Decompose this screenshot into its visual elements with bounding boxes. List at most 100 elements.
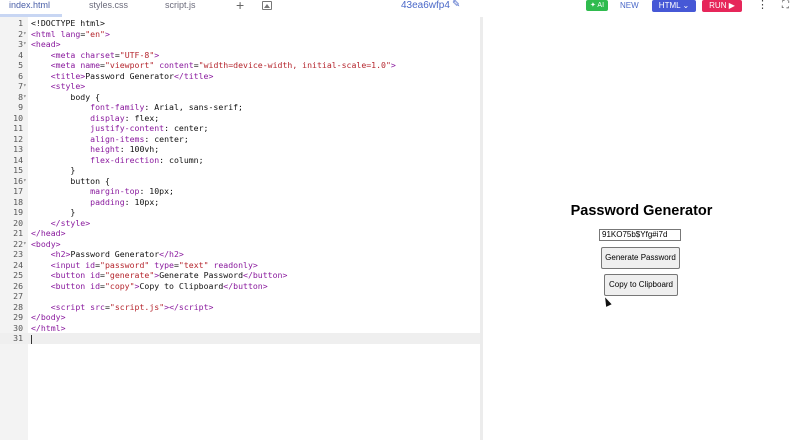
fold-arrow-icon[interactable]: ▾: [23, 81, 27, 92]
line-number: 1: [18, 18, 23, 28]
code-text: </html>: [31, 322, 66, 333]
code-text: <!DOCTYPE html>: [31, 18, 105, 28]
add-file-icon[interactable]: +: [236, 0, 244, 13]
run-button[interactable]: RUN ▶: [702, 0, 742, 12]
edit-pencil-icon[interactable]: ✎: [452, 0, 460, 10]
line-number: 25: [13, 270, 23, 280]
ai-label: AI: [597, 2, 605, 9]
fold-arrow-icon[interactable]: ▾: [23, 39, 27, 50]
code-line[interactable]: 19 }: [0, 207, 480, 218]
line-number: 16: [13, 175, 23, 186]
line-number: 17: [13, 186, 23, 196]
top-bar: index.html styles.css script.js + 43ea6w…: [0, 0, 800, 17]
fold-arrow-icon[interactable]: ▾: [23, 176, 27, 187]
line-number: 19: [13, 207, 23, 217]
code-line[interactable]: 21 </head>: [0, 228, 480, 239]
code-text: <meta name="viewport" content="width=dev…: [50, 60, 396, 70]
code-line[interactable]: 24 <input id="password" type="text" read…: [0, 260, 480, 271]
code-line[interactable]: 30 </html>: [0, 323, 480, 334]
code-line[interactable]: 27: [0, 291, 480, 302]
code-text: </head>: [31, 228, 66, 238]
line-number: 28: [13, 301, 23, 312]
code-text: }: [31, 207, 76, 217]
code-line[interactable]: 7 ▾ <style>: [0, 81, 480, 92]
line-number: 26: [13, 280, 23, 291]
code-text: font-family: Arial, sans-serif;: [90, 102, 243, 112]
code-line[interactable]: 14 flex-direction: column;: [0, 155, 480, 166]
fold-arrow-icon[interactable]: ▾: [23, 92, 27, 103]
code-line[interactable]: 18 padding: 10px;: [0, 197, 480, 208]
line-number: 31: [13, 333, 23, 343]
code-line[interactable]: 8 ▾ body {: [0, 92, 480, 103]
line-number: 7: [18, 81, 23, 91]
code-line[interactable]: 15 }: [0, 165, 480, 176]
html-mode-button[interactable]: HTML ⌄: [652, 0, 696, 12]
generate-password-button[interactable]: Generate Password: [601, 247, 680, 269]
line-number: 12: [13, 133, 23, 144]
code-line[interactable]: 2 ▾ <html lang="en">: [0, 29, 480, 40]
tab-styles-css[interactable]: styles.css: [89, 0, 128, 14]
code-line[interactable]: 1 <!DOCTYPE html>: [0, 18, 480, 29]
tab-index-html[interactable]: index.html: [9, 0, 50, 14]
line-number: 18: [13, 196, 23, 207]
line-number: 27: [13, 291, 23, 301]
image-icon[interactable]: [262, 1, 272, 10]
code-text: <style>: [50, 81, 86, 91]
tab-script-js[interactable]: script.js: [165, 0, 196, 14]
code-line[interactable]: 16 ▾ button {: [0, 176, 480, 187]
line-number: 2: [18, 28, 23, 39]
line-number: 22: [13, 238, 23, 249]
code-line[interactable]: 12 align-items: center;: [0, 134, 480, 145]
code-text: <button id="generate">Generate Password<…: [50, 270, 288, 280]
code-text: <title>Password Generator</title>: [50, 70, 214, 81]
line-number: 5: [18, 60, 23, 70]
fold-arrow-icon[interactable]: ▾: [23, 29, 27, 40]
code-line[interactable]: 5 <meta name="viewport" content="width=d…: [0, 60, 480, 71]
code-line[interactable]: 13 height: 100vh;: [0, 144, 480, 155]
preview-pane: Password Generator 91KO75b$Yfg#i7d Gener…: [483, 17, 800, 440]
line-number: 23: [13, 249, 23, 259]
code-line[interactable]: 6 <title>Password Generator</title>: [0, 71, 480, 82]
ai-button[interactable]: ✦ AI: [586, 0, 608, 11]
more-options-icon[interactable]: ⋮: [757, 0, 768, 11]
project-id: 43ea6wfp4: [401, 0, 450, 11]
line-number: 21: [13, 228, 23, 238]
code-text: <button id="copy">Copy to Clipboard</but…: [50, 280, 268, 291]
code-editor[interactable]: 1 <!DOCTYPE html> 2 ▾ <html lang="en"> 3 ▾ <hea…: [0, 17, 480, 440]
code-text: display: flex;: [90, 112, 160, 123]
line-number: 4: [18, 49, 23, 60]
code-line[interactable]: 29 </body>: [0, 312, 480, 323]
code-text: height: 100vh;: [90, 144, 160, 154]
text-cursor: [31, 335, 32, 344]
line-number: 6: [18, 70, 23, 81]
copy-to-clipboard-button[interactable]: Copy to Clipboard: [604, 274, 678, 296]
new-button[interactable]: NEW: [620, 0, 639, 11]
code-text: <script src="script.js"></script>: [50, 301, 214, 312]
code-line[interactable]: 20 </style>: [0, 218, 480, 229]
code-line[interactable]: 9 font-family: Arial, sans-serif;: [0, 102, 480, 113]
code-line[interactable]: 26 <button id="copy">Copy to Clipboard</…: [0, 281, 480, 292]
code-line[interactable]: 10 display: flex;: [0, 113, 480, 124]
code-line[interactable]: 23 <h2>Password Generator</h2>: [0, 249, 480, 260]
code-text: }: [31, 165, 76, 175]
code-line[interactable]: 3 ▾ <head>: [0, 39, 480, 50]
code-text: <h2>Password Generator</h2>: [50, 249, 184, 259]
code-line[interactable]: 28 <script src="script.js"></script>: [0, 302, 480, 313]
code-text: <html lang="en">: [31, 28, 110, 39]
code-line[interactable]: 4 <meta charset="UTF-8">: [0, 50, 480, 61]
line-number: 30: [13, 322, 23, 333]
line-number: 8: [18, 91, 23, 102]
line-number: 29: [13, 312, 23, 322]
code-line[interactable]: 11 justify-content: center;: [0, 123, 480, 134]
preview-title: Password Generator: [570, 203, 713, 219]
code-line[interactable]: 25 <button id="generate">Generate Passwo…: [0, 270, 480, 281]
line-number: 13: [13, 144, 23, 154]
code-text: button {: [31, 175, 110, 186]
code-line[interactable]: 31: [0, 333, 480, 344]
code-line[interactable]: 22 ▾ <body>: [0, 239, 480, 250]
fold-arrow-icon[interactable]: ▾: [23, 239, 27, 250]
fullscreen-icon[interactable]: ⛶: [782, 0, 789, 11]
line-number: 14: [13, 154, 23, 165]
code-line[interactable]: 17 margin-top: 10px;: [0, 186, 480, 197]
password-input[interactable]: 91KO75b$Yfg#i7d: [599, 229, 681, 241]
